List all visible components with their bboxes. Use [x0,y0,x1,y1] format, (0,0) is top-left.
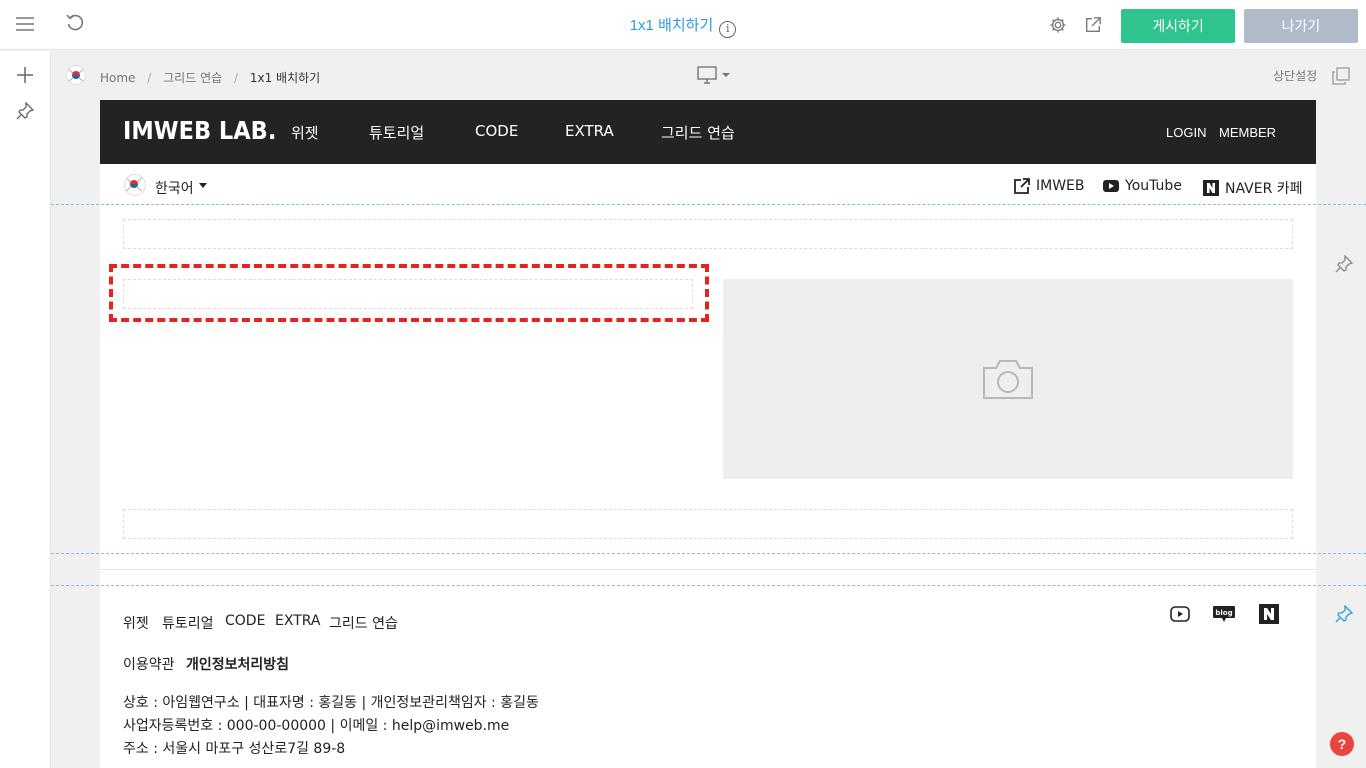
breadcrumb: Home / 그리드 연습 / 1x1 배치하기 [100,69,328,86]
empty-widget-slot[interactable] [123,509,1293,539]
blog-icon-label: blog [1215,609,1232,617]
naver-icon [1203,180,1219,196]
breadcrumb-bar: Home / 그리드 연습 / 1x1 배치하기 상단설정 [51,51,1366,100]
breadcrumb-parent[interactable]: 그리드 연습 [163,71,222,85]
top-setting-link[interactable]: 상단설정 [1273,67,1317,84]
korea-flag-icon [124,174,146,196]
youtube-icon[interactable] [1170,604,1190,624]
footer-nav-tutorial[interactable]: 튜토리얼 [162,613,214,633]
image-placeholder[interactable] [723,279,1293,479]
language-dropdown[interactable]: 한국어 [155,178,207,198]
nav-item-grid[interactable]: 그리드 연습 [661,122,735,143]
page-title-text: 1x1 배치하기 [629,17,714,34]
nav-item-tutorial[interactable]: 튜토리얼 [369,122,424,143]
nav-item-widget[interactable]: 위젯 [291,122,319,143]
footer-nav-extra[interactable]: EXTRA [275,613,320,629]
pin-icon[interactable] [15,101,35,121]
footer-nav-widget[interactable]: 위젯 [123,613,149,633]
empty-widget-slot[interactable] [123,219,1293,249]
camera-icon [983,360,1033,399]
footer-divider [100,569,1316,570]
business-info-line: 사업자등록번호 : 000-00-00000 | 이메일 : help@imwe… [123,718,510,734]
external-link-icon[interactable] [1083,15,1103,35]
publish-button[interactable]: 게시하기 [1121,9,1235,43]
desktop-view-icon[interactable] [695,65,735,85]
naver-cafe-link[interactable]: NAVER 카페 [1203,178,1303,198]
privacy-link[interactable]: 개인정보처리방침 [186,654,289,674]
exit-button[interactable]: 나가기 [1244,9,1358,43]
selection-highlight [109,264,709,322]
breadcrumb-separator: / [233,71,239,85]
youtube-link-label: YouTube [1125,178,1182,194]
section-guide-line [51,585,1366,586]
blog-icon[interactable]: blog [1212,604,1236,624]
imweb-link-label: IMWEB [1036,178,1085,194]
site-header: IMWEB LAB. 위젯 튜토리얼 CODE EXTRA 그리드 연습 LOG… [100,100,1316,164]
address-line: 주소 : 서울시 마포구 성산로7길 89-8 [123,741,346,757]
section-guide-line [51,553,1366,554]
breadcrumb-home[interactable]: Home [100,71,135,85]
footer-nav-code[interactable]: CODE [225,613,265,629]
youtube-icon [1103,180,1119,192]
login-link[interactable]: LOGIN [1166,125,1206,140]
company-info-line: 상호 : 아임웹연구소 | 대표자명 : 홍길동 | 개인정보관리책임자 : 홍… [123,695,539,711]
left-toolbar [0,51,51,768]
nav-item-extra[interactable]: EXTRA [565,122,614,140]
breadcrumb-separator: / [147,71,152,85]
naver-cafe-link-label: NAVER 카페 [1225,181,1303,197]
copy-icon[interactable] [1331,66,1351,86]
help-button[interactable]: ? [1330,732,1354,756]
korea-flag-icon [66,65,86,85]
plus-icon[interactable] [15,65,35,85]
imweb-link[interactable]: IMWEB [1014,178,1085,194]
site-subbar: 한국어 IMWEB YouTube NAVER 카페 [100,164,1316,206]
info-icon[interactable]: i [719,21,737,38]
footer-nav-grid[interactable]: 그리드 연습 [329,613,398,633]
breadcrumb-current: 1x1 배치하기 [249,71,321,85]
naver-icon[interactable] [1259,604,1279,624]
editor-topbar: 1x1 배치하기 i 게시하기 나가기 [0,0,1366,50]
pin-icon[interactable] [1334,254,1354,274]
section-guide-line [51,204,1366,205]
terms-link[interactable]: 이용약관 [123,654,175,674]
youtube-link[interactable]: YouTube [1103,178,1182,194]
member-link[interactable]: MEMBER [1219,125,1276,140]
site-logo[interactable]: IMWEB LAB. [123,116,276,145]
nav-item-code[interactable]: CODE [475,122,518,140]
external-link-icon [1014,178,1030,194]
gear-icon[interactable] [1048,15,1068,35]
pin-icon[interactable] [1334,604,1354,624]
